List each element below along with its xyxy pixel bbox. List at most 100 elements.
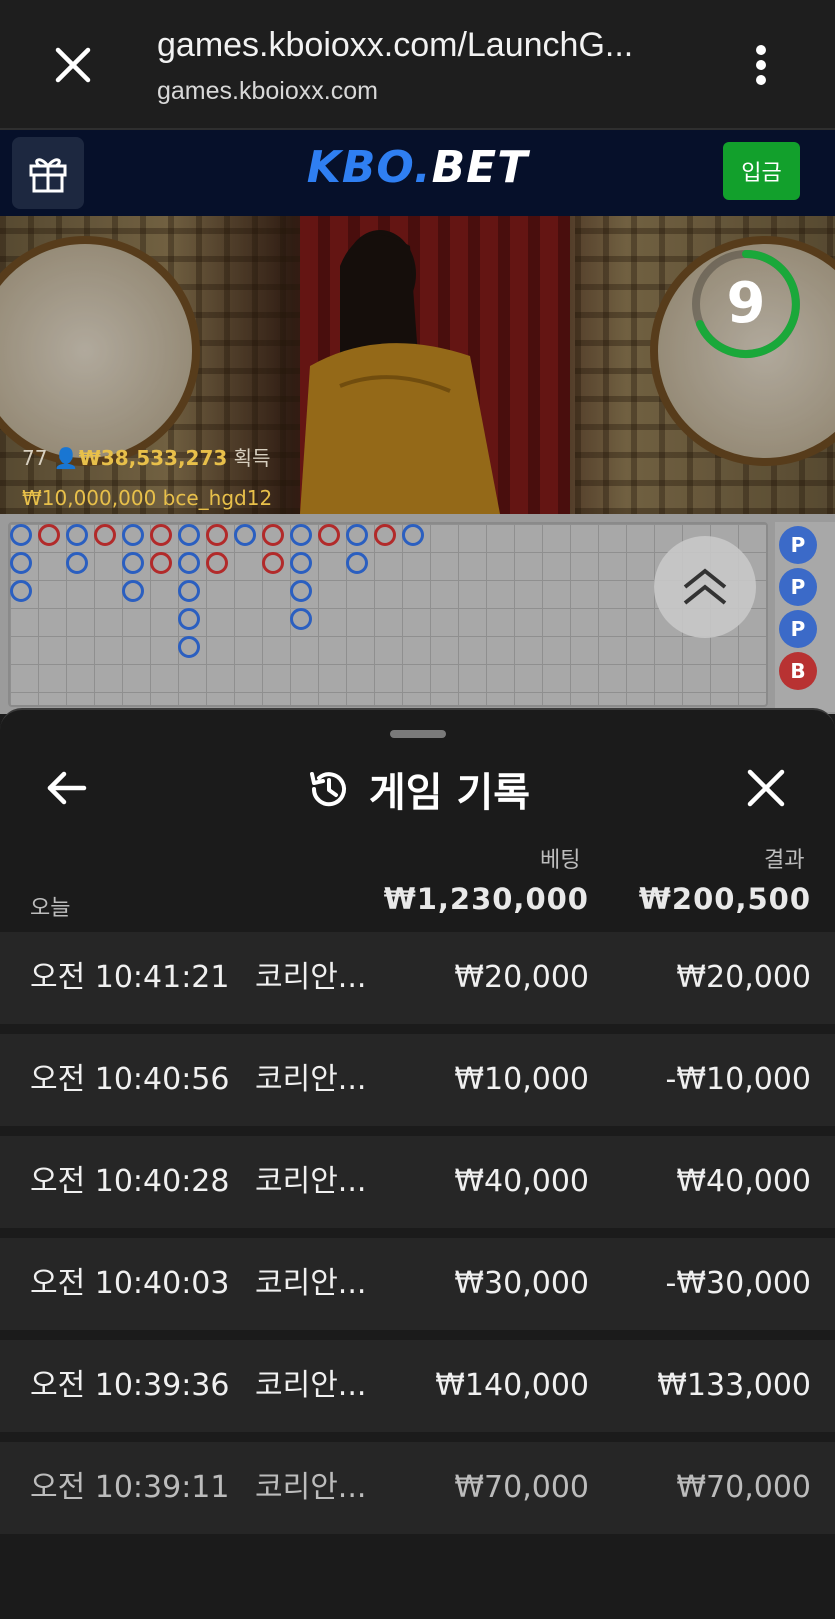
history-row[interactable]: 오전 10:39:36 코리안... ₩140,000 ₩133,000 <box>0 1340 835 1432</box>
row-bet: ₩30,000 <box>454 1266 589 1301</box>
road-bead-banker <box>262 524 284 546</box>
row-game: 코리안... <box>255 960 367 995</box>
road-bead-banker <box>94 524 116 546</box>
winner-amount: ₩10,000,000 <box>22 486 157 510</box>
road-bead-player <box>178 636 200 658</box>
row-time: 오전 10:40:56 <box>30 1062 230 1097</box>
winner-name: bce_hgd12 <box>162 486 273 510</box>
road-bead-banker <box>318 524 340 546</box>
bead-plate-side: P P P B <box>775 522 835 712</box>
row-time: 오전 10:39:11 <box>30 1470 230 1505</box>
road-bead-player <box>402 524 424 546</box>
row-game: 코리안... <box>255 1266 367 1301</box>
sheet-header: 게임 기록 <box>0 760 835 818</box>
road-bead-player <box>66 552 88 574</box>
road-bead-banker <box>38 524 60 546</box>
row-game: 코리안... <box>255 1062 367 1097</box>
bead-player: P <box>779 526 817 564</box>
row-bet: ₩70,000 <box>454 1470 589 1505</box>
total-winnings: ₩38,533,273 <box>78 446 228 470</box>
column-header-bet: 베팅 <box>540 848 581 873</box>
recent-winner: ₩10,000,000 bce_hgd12 <box>22 486 272 510</box>
road-bead-banker <box>262 552 284 574</box>
deposit-button[interactable]: 입금 <box>723 142 800 200</box>
row-bet: ₩40,000 <box>454 1164 589 1199</box>
double-chevron-up-icon <box>683 568 727 605</box>
logo-kbo: KBO. <box>306 142 432 193</box>
road-bead-player <box>234 524 256 546</box>
row-bet: ₩20,000 <box>454 960 589 995</box>
game-history-sheet: 게임 기록 베팅 결과 오늘 ₩1,230,000 ₩200,500 오전 10… <box>0 708 835 1619</box>
more-options-icon[interactable] <box>750 42 772 88</box>
winnings-suffix: 획득 <box>233 446 271 470</box>
bead-player: P <box>779 610 817 648</box>
row-game: 코리안... <box>255 1164 367 1199</box>
road-bead-player <box>290 580 312 602</box>
road-bead-player <box>122 552 144 574</box>
countdown-number: 9 <box>726 271 766 336</box>
scroll-up-button[interactable] <box>654 536 756 638</box>
history-row[interactable]: 오전 10:40:03 코리안... ₩30,000 -₩30,000 <box>0 1238 835 1330</box>
row-bet: ₩140,000 <box>435 1368 589 1403</box>
live-video: 77 👤₩38,533,273 획득 ₩10,000,000 bce_hgd12… <box>0 216 835 514</box>
site-header: KBO.BET 입금 <box>0 130 835 216</box>
date-group-label: 오늘 <box>30 896 71 921</box>
close-icon[interactable] <box>50 42 96 88</box>
road-bead-player <box>10 580 32 602</box>
history-icon <box>309 772 346 807</box>
road-bead-player <box>178 524 200 546</box>
row-time: 오전 10:39:36 <box>30 1368 230 1403</box>
column-header-result: 결과 <box>764 848 805 873</box>
browser-toolbar: games.kboioxx.com/LaunchG... games.kboio… <box>0 0 835 130</box>
road-bead-banker <box>150 524 172 546</box>
road-bead-banker <box>150 552 172 574</box>
sheet-title: 게임 기록 <box>368 770 531 816</box>
row-result: ₩133,000 <box>657 1368 811 1403</box>
row-time: 오전 10:40:28 <box>30 1164 230 1199</box>
person-icon: 👤 <box>53 446 79 470</box>
close-icon[interactable] <box>744 766 788 810</box>
logo-bet: BET <box>431 142 529 193</box>
road-bead-banker <box>206 524 228 546</box>
row-time: 오전 10:40:03 <box>30 1266 230 1301</box>
site-logo[interactable]: KBO.BET <box>0 142 835 193</box>
row-time: 오전 10:41:21 <box>30 960 230 995</box>
history-list: 오전 10:41:21 코리안... ₩20,000 ₩20,000 오전 10… <box>0 932 835 1544</box>
history-row[interactable]: 오전 10:39:11 코리안... ₩70,000 ₩70,000 <box>0 1442 835 1534</box>
row-result: -₩30,000 <box>665 1266 811 1301</box>
road-bead-player <box>178 608 200 630</box>
page-url[interactable]: games.kboioxx.com/LaunchG... <box>157 26 633 65</box>
row-result: -₩10,000 <box>665 1062 811 1097</box>
road-bead-player <box>346 552 368 574</box>
history-row[interactable]: 오전 10:40:56 코리안... ₩10,000 -₩10,000 <box>0 1034 835 1126</box>
road-bead-player <box>122 524 144 546</box>
road-bead-banker <box>374 524 396 546</box>
road-bead-player <box>290 524 312 546</box>
sheet-drag-handle[interactable] <box>390 730 446 738</box>
road-bead-player <box>10 552 32 574</box>
road-bead-player <box>346 524 368 546</box>
history-row[interactable]: 오전 10:40:28 코리안... ₩40,000 ₩40,000 <box>0 1136 835 1228</box>
road-bead-banker <box>206 552 228 574</box>
total-result: ₩200,500 <box>638 882 811 916</box>
road-bead-player <box>290 552 312 574</box>
road-bead-player <box>290 608 312 630</box>
big-road-grid <box>8 522 768 707</box>
road-bead-player <box>178 580 200 602</box>
history-row[interactable]: 오전 10:41:21 코리안... ₩20,000 ₩20,000 <box>0 932 835 1024</box>
row-game: 코리안... <box>255 1368 367 1403</box>
players-and-winnings: 77 👤₩38,533,273 획득 <box>22 442 270 471</box>
row-result: ₩20,000 <box>676 960 811 995</box>
road-bead-player <box>178 552 200 574</box>
road-bead-player <box>66 524 88 546</box>
road-bead-player <box>122 580 144 602</box>
row-game: 코리안... <box>255 1470 367 1505</box>
row-result: ₩70,000 <box>676 1470 811 1505</box>
bead-banker: B <box>779 652 817 690</box>
bead-player: P <box>779 568 817 606</box>
players-count: 77 <box>22 446 48 470</box>
page-domain: games.kboioxx.com <box>157 77 378 105</box>
row-bet: ₩10,000 <box>454 1062 589 1097</box>
road-bead-player <box>10 524 32 546</box>
total-bet: ₩1,230,000 <box>383 882 589 916</box>
